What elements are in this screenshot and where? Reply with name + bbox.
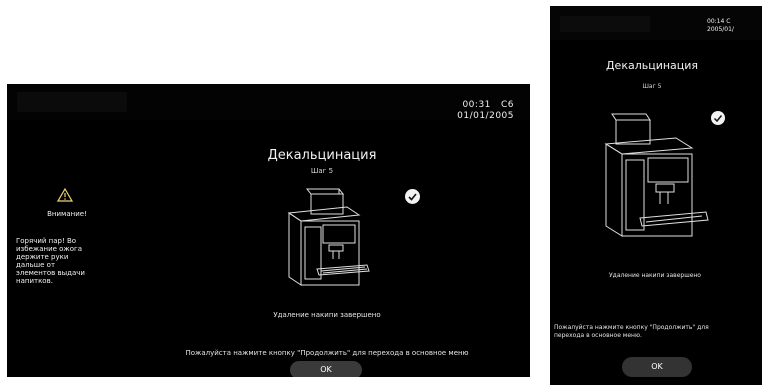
status-code: C6 <box>500 100 514 110</box>
step-label: Шаг 5 <box>642 83 662 90</box>
logo-area <box>17 92 127 112</box>
instruction-line: перехода в основное меню. <box>554 332 642 339</box>
warning-line: держите руки <box>16 253 69 261</box>
warning-title: Внимание! <box>47 210 87 218</box>
page-title: Декальцинация <box>267 148 377 163</box>
warning-line: напитков. <box>16 277 53 285</box>
decalcification-screen-portrait: 00:14 C 2005/01/ Декальцинация Шаг 5 Уда… <box>550 6 762 385</box>
instruction-text: Пожалуйста нажмите кнопку "Продолжить" д… <box>185 349 469 357</box>
warning-text: Горячий пар! Во избежание ожога держите … <box>16 237 108 285</box>
warning-triangle-icon <box>57 188 73 202</box>
logo-area <box>560 16 650 32</box>
warning-line: избежание ожога <box>16 245 82 253</box>
clock-display: 00:31 C6 01/01/2005 <box>457 100 514 122</box>
warning-line: Горячий пар! Во <box>16 237 77 245</box>
warning-line: дальше от <box>16 261 56 269</box>
top-bar: 00:14 C 2005/01/ <box>550 6 762 40</box>
clock-display: 00:14 C 2005/01/ <box>707 18 734 34</box>
warning-line: элементов выдачи <box>16 269 85 277</box>
checkmark-icon <box>711 111 725 125</box>
clock-time: 00:31 <box>462 100 491 110</box>
top-bar: 00:31 C6 01/01/2005 <box>7 84 530 122</box>
decalcification-screen-landscape: 00:31 C6 01/01/2005 Внимание! Горячий па… <box>7 84 530 377</box>
instruction-line: Пожалуйста нажмите кнопку "Продолжить" д… <box>554 324 709 331</box>
status-message: Удаление накипи завершено <box>273 311 381 319</box>
coffee-machine-illustration <box>287 188 370 286</box>
page-title: Декальцинация <box>605 59 699 72</box>
ok-button[interactable]: OK <box>290 361 362 377</box>
clock-date: 2005/01/ <box>707 26 734 33</box>
coffee-machine-illustration <box>604 113 709 237</box>
instruction-text: Пожалуйста нажмите кнопку "Продолжить" д… <box>554 324 762 340</box>
step-label: Шаг 5 <box>310 167 334 175</box>
clock-date: 01/01/2005 <box>457 111 514 121</box>
status-message: Удаление накипи завершено <box>609 272 701 279</box>
checkmark-icon <box>405 189 420 204</box>
ok-button[interactable]: OK <box>622 357 692 377</box>
clock-time: 00:14 C <box>707 18 731 25</box>
